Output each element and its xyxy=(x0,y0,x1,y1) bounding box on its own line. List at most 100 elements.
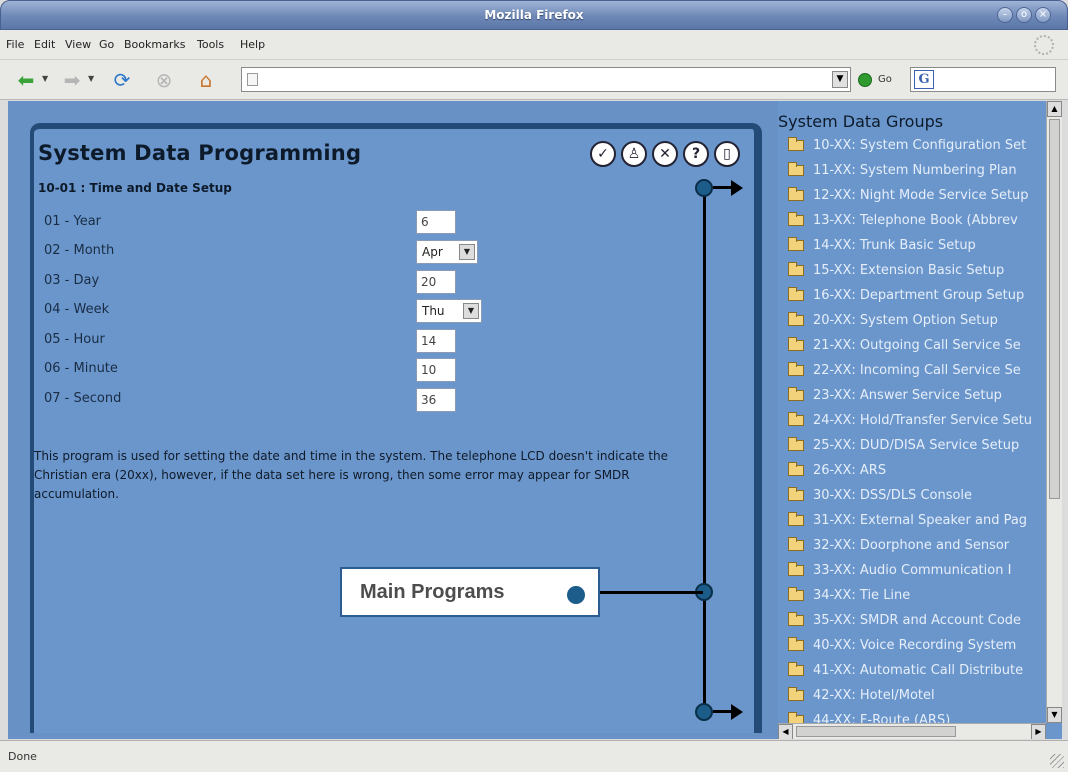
week-select[interactable]: Thu ▼ xyxy=(416,299,482,323)
menu-go[interactable]: Go xyxy=(99,38,114,51)
arrow-right-icon xyxy=(731,180,743,196)
search-engine-icon[interactable]: G xyxy=(914,70,934,89)
panel-toolbar: ✓ ♙ ✕ ? ▯ xyxy=(590,141,740,167)
group-item[interactable]: 15-XX: Extension Basic Setup xyxy=(788,259,1042,281)
group-item-label[interactable]: 11-XX: System Numbering Plan xyxy=(813,163,1017,178)
group-item-label[interactable]: 33-XX: Audio Communication I xyxy=(813,563,1011,578)
group-item-label[interactable]: 15-XX: Extension Basic Setup xyxy=(813,263,1004,278)
group-item-label[interactable]: 25-XX: DUD/DISA Service Setup xyxy=(813,438,1019,453)
vertical-scrollbar[interactable]: ▲ ▼ xyxy=(1046,101,1062,723)
group-item[interactable]: 23-XX: Answer Service Setup xyxy=(788,384,1042,406)
group-item[interactable]: 34-XX: Tie Line xyxy=(788,584,1042,606)
group-item-label[interactable]: 16-XX: Department Group Setup xyxy=(813,288,1024,303)
group-item[interactable]: 20-XX: System Option Setup xyxy=(788,309,1042,331)
home-icon[interactable]: ⌂ xyxy=(194,68,218,92)
group-item-label[interactable]: 12-XX: Night Mode Service Setup xyxy=(813,188,1029,203)
group-item-label[interactable]: 31-XX: External Speaker and Pag xyxy=(813,513,1027,528)
group-item-label[interactable]: 40-XX: Voice Recording System xyxy=(813,638,1016,653)
back-dropdown-icon[interactable]: ▼ xyxy=(42,74,48,83)
minute-field[interactable]: 10 xyxy=(416,358,456,382)
hour-field[interactable]: 14 xyxy=(416,329,456,353)
group-item[interactable]: 30-XX: DSS/DLS Console xyxy=(788,484,1042,506)
group-item-label[interactable]: 24-XX: Hold/Transfer Service Setu xyxy=(813,413,1032,428)
group-item[interactable]: 26-XX: ARS xyxy=(788,459,1042,481)
group-item[interactable]: 16-XX: Department Group Setup xyxy=(788,284,1042,306)
maximize-icon[interactable]: o xyxy=(1016,7,1032,23)
group-item-label[interactable]: 10-XX: System Configuration Set xyxy=(813,138,1026,153)
menu-tools[interactable]: Tools xyxy=(197,38,224,51)
close-icon[interactable]: ✕ xyxy=(652,141,678,167)
group-item[interactable]: 13-XX: Telephone Book (Abbrev xyxy=(788,209,1042,231)
group-item-label[interactable]: 34-XX: Tie Line xyxy=(813,588,910,603)
chevron-down-icon[interactable]: ▼ xyxy=(463,303,479,319)
scroll-left-icon[interactable]: ◀ xyxy=(778,724,793,739)
minimize-icon[interactable]: – xyxy=(997,7,1013,23)
group-item[interactable]: 41-XX: Automatic Call Distribute xyxy=(788,659,1042,681)
stop-icon[interactable]: ⊗ xyxy=(152,68,176,92)
year-field[interactable]: 6 xyxy=(416,210,456,234)
folder-icon xyxy=(788,311,804,326)
group-item[interactable]: 25-XX: DUD/DISA Service Setup xyxy=(788,434,1042,456)
group-item[interactable]: 14-XX: Trunk Basic Setup xyxy=(788,234,1042,256)
go-button[interactable]: Go xyxy=(878,74,892,85)
group-item[interactable]: 11-XX: System Numbering Plan xyxy=(788,159,1042,181)
folder-icon xyxy=(788,636,804,651)
reload-icon[interactable]: ⟳ xyxy=(110,68,134,92)
horizontal-scroll-thumb[interactable] xyxy=(796,726,956,737)
group-item-label[interactable]: 21-XX: Outgoing Call Service Se xyxy=(813,338,1021,353)
group-item-label[interactable]: 42-XX: Hotel/Motel xyxy=(813,688,935,703)
horizontal-scrollbar[interactable]: ◀ ▶ xyxy=(778,723,1046,739)
forward-dropdown-icon[interactable]: ▼ xyxy=(88,74,94,83)
second-field[interactable]: 36 xyxy=(416,388,456,412)
group-item[interactable]: 33-XX: Audio Communication I xyxy=(788,559,1042,581)
group-item-label[interactable]: 32-XX: Doorphone and Sensor xyxy=(813,538,1009,553)
menu-view[interactable]: View xyxy=(65,38,91,51)
throbber-icon xyxy=(1034,35,1054,55)
group-item-label[interactable]: 22-XX: Incoming Call Service Se xyxy=(813,363,1021,378)
group-item[interactable]: 42-XX: Hotel/Motel xyxy=(788,684,1042,706)
forward-icon[interactable]: ➡ xyxy=(60,68,84,92)
vertical-scroll-thumb[interactable] xyxy=(1049,119,1060,499)
scroll-up-icon[interactable]: ▲ xyxy=(1047,101,1062,117)
group-item[interactable]: 12-XX: Night Mode Service Setup xyxy=(788,184,1042,206)
menu-file[interactable]: File xyxy=(6,38,24,51)
scroll-down-icon[interactable]: ▼ xyxy=(1047,707,1062,723)
check-icon[interactable]: ✓ xyxy=(590,141,616,167)
group-item[interactable]: 22-XX: Incoming Call Service Se xyxy=(788,359,1042,381)
group-item[interactable]: 21-XX: Outgoing Call Service Se xyxy=(788,334,1042,356)
close-window-icon[interactable]: × xyxy=(1035,7,1051,23)
group-item[interactable]: 35-XX: SMDR and Account Code xyxy=(788,609,1042,631)
go-icon[interactable] xyxy=(858,73,872,87)
exit-icon[interactable]: ▯ xyxy=(714,141,740,167)
group-item-label[interactable]: 26-XX: ARS xyxy=(813,463,886,478)
group-item-label[interactable]: 41-XX: Automatic Call Distribute xyxy=(813,663,1023,678)
url-history-dropdown-icon[interactable]: ▼ xyxy=(832,71,848,88)
group-item[interactable]: 10-XX: System Configuration Set xyxy=(788,134,1042,156)
group-item[interactable]: 32-XX: Doorphone and Sensor xyxy=(788,534,1042,556)
group-item-label[interactable]: 23-XX: Answer Service Setup xyxy=(813,388,1002,403)
url-bar[interactable]: ▼ xyxy=(241,67,851,92)
back-icon[interactable]: ⬅ xyxy=(14,68,38,92)
stamp-icon[interactable]: ♙ xyxy=(621,141,647,167)
group-item[interactable]: 40-XX: Voice Recording System xyxy=(788,634,1042,656)
group-item-label[interactable]: 30-XX: DSS/DLS Console xyxy=(813,488,972,503)
search-box[interactable]: G xyxy=(910,67,1056,92)
group-item-label[interactable]: 13-XX: Telephone Book (Abbrev xyxy=(813,213,1018,228)
main-programs-label: Main Programs xyxy=(360,581,505,603)
menu-bar: File Edit View Go Bookmarks Tools Help xyxy=(0,30,1068,60)
scroll-right-icon[interactable]: ▶ xyxy=(1031,724,1046,739)
resize-grip-icon[interactable] xyxy=(1050,754,1064,768)
menu-edit[interactable]: Edit xyxy=(34,38,55,51)
menu-help[interactable]: Help xyxy=(240,38,265,51)
month-select[interactable]: Apr ▼ xyxy=(416,240,478,264)
menu-bookmarks[interactable]: Bookmarks xyxy=(124,38,185,51)
day-field[interactable]: 20 xyxy=(416,270,456,294)
folder-icon xyxy=(788,486,804,501)
chevron-down-icon[interactable]: ▼ xyxy=(459,244,475,260)
group-item[interactable]: 24-XX: Hold/Transfer Service Setu xyxy=(788,409,1042,431)
help-icon[interactable]: ? xyxy=(683,141,709,167)
group-item-label[interactable]: 14-XX: Trunk Basic Setup xyxy=(813,238,976,253)
group-item-label[interactable]: 35-XX: SMDR and Account Code xyxy=(813,613,1021,628)
group-item-label[interactable]: 20-XX: System Option Setup xyxy=(813,313,998,328)
group-item[interactable]: 31-XX: External Speaker and Pag xyxy=(788,509,1042,531)
